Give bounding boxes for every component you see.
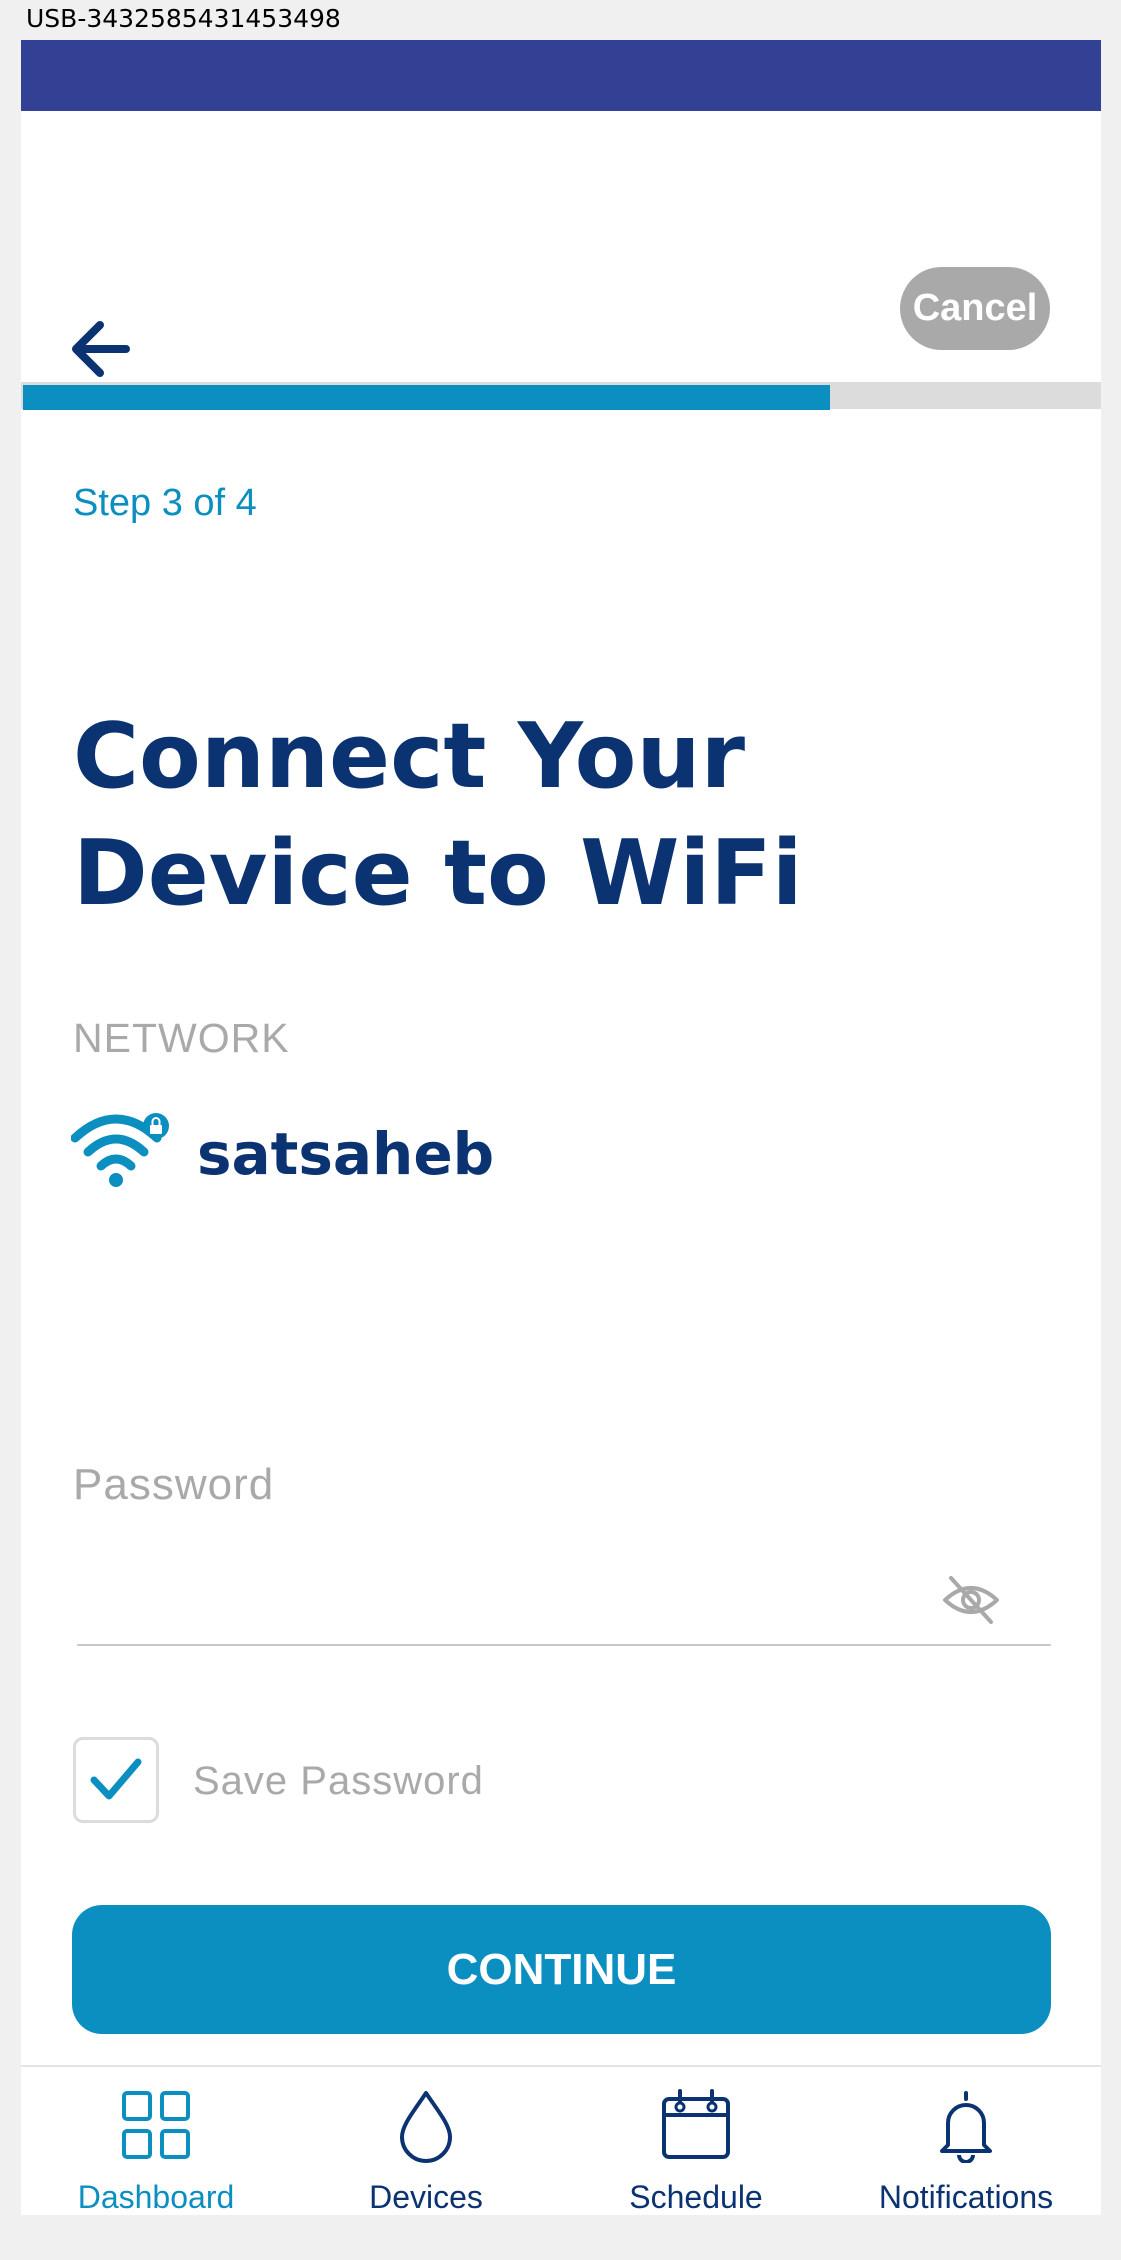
nav-item-devices[interactable]: Devices <box>291 2067 561 2215</box>
nav-label-notifications: Notifications <box>878 2179 1054 2215</box>
eye-off-icon <box>943 1576 999 1624</box>
password-input[interactable] <box>77 1535 961 1617</box>
password-underline <box>77 1644 1051 1646</box>
bottom-navigation: Dashboard Devices Schedule Notifications <box>21 2065 1101 2215</box>
page-title: Connect Your Device to WiFi <box>73 698 1073 932</box>
password-label: Password <box>73 1460 275 1509</box>
network-section-label: NETWORK <box>73 1015 290 1061</box>
status-bar <box>21 40 1101 111</box>
checkmark-icon <box>90 1758 142 1800</box>
nav-item-notifications[interactable]: Notifications <box>831 2067 1101 2215</box>
wifi-lock-icon <box>71 1113 169 1187</box>
grid-icon <box>122 2091 190 2159</box>
progress-bar-fill <box>23 385 830 410</box>
save-password-checkbox[interactable] <box>73 1737 159 1823</box>
water-drop-icon <box>400 2091 452 2163</box>
page-title-line-1: Connect Your <box>73 704 745 809</box>
nav-label-devices: Devices <box>369 2179 483 2215</box>
nav-label-schedule: Schedule <box>629 2179 763 2215</box>
arrow-left-icon <box>72 321 130 377</box>
calendar-icon <box>662 2089 730 2159</box>
nav-item-dashboard[interactable]: Dashboard <box>21 2067 291 2215</box>
network-name: satsaheb <box>197 1120 495 1188</box>
nav-label-dashboard: Dashboard <box>77 2179 235 2215</box>
nav-item-schedule[interactable]: Schedule <box>561 2067 831 2215</box>
save-password-label: Save Password <box>193 1759 484 1803</box>
back-button[interactable] <box>66 315 134 383</box>
device-id-label: USB-3432585431453498 <box>26 4 341 33</box>
continue-button[interactable]: CONTINUE <box>72 1905 1051 2034</box>
step-indicator: Step 3 of 4 <box>73 482 257 524</box>
app-screen: Cancel Step 3 of 4 Connect Your Device t… <box>21 40 1101 2215</box>
progress-bar <box>21 382 1101 410</box>
page-title-line-2: Device to WiFi <box>73 821 803 926</box>
cancel-button[interactable]: Cancel <box>900 267 1050 350</box>
password-visibility-toggle[interactable] <box>941 1570 1001 1630</box>
bell-icon <box>940 2091 992 2163</box>
